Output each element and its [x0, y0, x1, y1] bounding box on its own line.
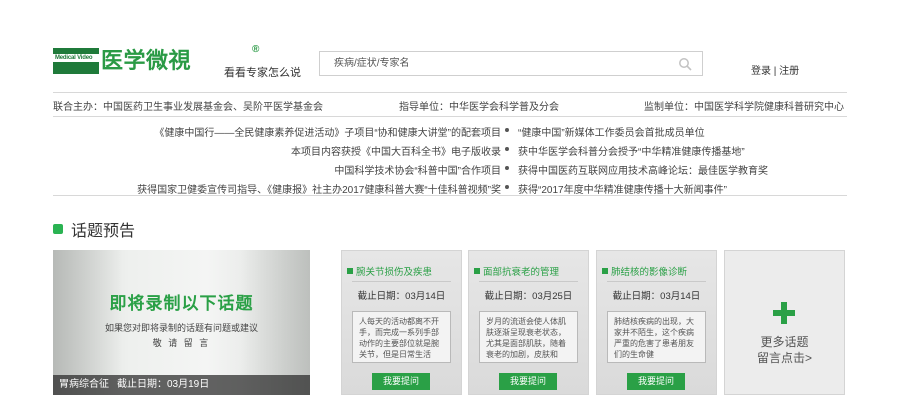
topic-title-text: 面部抗衰老的管理: [483, 267, 560, 278]
upcoming-topics-banner[interactable]: 即将录制以下话题 如果您对即将录制的话题有问题或建议 敬 请 留 言 胃病综合征…: [53, 250, 310, 395]
topic-card: 肺结核的影像诊断 截止日期：03月14日 肺结核疾病的出现，大家并不陌生，这个疾…: [596, 250, 717, 395]
honor-right: 获得中国医药互联网应用技术高峰论坛：最佳医学教育奖: [518, 166, 768, 177]
divider: [53, 116, 847, 117]
supervision-text: 监制单位：中国医学科学院健康科普研究中心: [644, 102, 844, 113]
honor-left: 获得国家卫健委宣传司指导、《健康报》社主办2017健康科普大赛“十佳科普视频”奖: [137, 185, 501, 196]
banner-subtext: 如果您对即将录制的话题有问题或建议: [104, 323, 258, 333]
section-title: 话题预告: [71, 223, 136, 240]
logo-box: Medical Video: [53, 48, 99, 74]
auth-links: 登录 | 注册: [751, 62, 799, 77]
ask-question-button[interactable]: 我要提问: [499, 373, 557, 390]
topic-description: 肺结核疾病的出现，大家并不陌生，这个疾病严重的危害了患者朋友们的生命健: [607, 311, 706, 363]
bullet-icon: [505, 185, 509, 189]
banner-topic: 胃病综合征: [59, 379, 109, 390]
register-link[interactable]: 注册: [779, 66, 799, 77]
honor-row: 《健康中国行——全民健康素养促进活动》子项目“协和健康大讲堂”的配套项目 “健康…: [53, 121, 847, 140]
search-input[interactable]: [320, 52, 660, 75]
banner-deadline: 截止日期：03月19日: [117, 379, 210, 390]
bullet-icon: [505, 147, 509, 151]
topic-title-text: 腕关节损伤及疾患: [356, 267, 433, 278]
topic-card: 面部抗衰老的管理 截止日期：03月25日 岁月的流逝会使人体肌肤逐渐呈现衰老状态…: [468, 250, 589, 395]
honor-left: 本项目内容获授《中国大百科全书》电子版收录: [291, 147, 501, 158]
topic-deadline: 截止日期：03月14日: [612, 291, 701, 302]
square-bullet-icon: [602, 268, 608, 274]
divider: [479, 281, 578, 282]
honor-left: 中国科学技术协会“科普中国”合作项目: [334, 166, 501, 177]
topic-card-title: 面部抗衰老的管理: [474, 264, 559, 278]
logo-box-text: Medical Video: [55, 55, 93, 61]
honor-left: 《健康中国行——全民健康素养促进活动》子项目“协和健康大讲堂”的配套项目: [154, 128, 501, 139]
honor-right: 获中华医学会科普分会授予“中华精准健康传播基地”: [518, 147, 745, 158]
topic-card: 腕关节损伤及疾患 截止日期：03月14日 人每天的活动都离不开手，而完成一系列手…: [341, 250, 462, 395]
bullet-icon: [505, 128, 509, 132]
site-logo[interactable]: Medical Video 医学微視 ®: [53, 44, 259, 74]
divider: [352, 281, 451, 282]
more-topics-card[interactable]: 更多话题 留言点击>: [724, 250, 845, 395]
ask-question-button[interactable]: 我要提问: [372, 373, 430, 390]
topic-description: 人每天的活动都离不开手，而完成一系列手部动作的主要部位就是腕关节，但是日常生活: [352, 311, 451, 363]
topic-card-title: 肺结核的影像诊断: [602, 264, 687, 278]
section-header: 话题预告: [53, 217, 135, 241]
topic-title-text: 肺结核的影像诊断: [611, 267, 688, 278]
sponsors-bar: 联合主办：中国医药卫生事业发展基金会、吴阶平医学基金会 指导单位：中华医学会科学…: [53, 98, 847, 114]
search-box[interactable]: [319, 51, 703, 76]
banner-invite: 敬 请 留 言: [152, 338, 211, 348]
topic-description: 岁月的流逝会使人体肌肤逐渐呈现衰老状态，尤其是面部肌肤，随着衰老的加剧，皮肤和: [479, 311, 578, 363]
more-topics-label: 更多话题: [760, 335, 809, 349]
search-icon[interactable]: [678, 57, 692, 71]
divider: [53, 92, 847, 93]
logo-text: 医学微視: [101, 48, 192, 73]
divider: [607, 281, 706, 282]
leave-message-link[interactable]: 留言点击>: [725, 349, 844, 366]
honor-row: 中国科学技术协会“科普中国”合作项目 获得中国医药互联网应用技术高峰论坛：最佳医…: [53, 159, 847, 178]
banner-caption: 胃病综合征 截止日期：03月19日: [53, 375, 310, 395]
header: Medical Video 医学微視 ® 看看专家怎么说 登录 | 注册: [0, 0, 900, 92]
guidance-text: 指导单位：中华医学会科学普及分会: [399, 102, 559, 113]
honor-right: 获得“2017年度中华精准健康传播十大新闻事件”: [518, 185, 727, 196]
honor-row: 本项目内容获授《中国大百科全书》电子版收录 获中华医学会科普分会授予“中华精准健…: [53, 140, 847, 159]
banner-headline: 即将录制以下话题: [109, 294, 254, 313]
honor-right: “健康中国”新媒体工作委员会首批成员单位: [518, 128, 705, 139]
ask-question-button[interactable]: 我要提问: [627, 373, 685, 390]
bullet-icon: [505, 166, 509, 170]
login-link[interactable]: 登录: [751, 66, 771, 77]
registered-mark: ®: [252, 44, 260, 55]
tagline: 看看专家怎么说: [224, 67, 301, 79]
organizers-text: 联合主办：中国医药卫生事业发展基金会、吴阶平医学基金会: [53, 102, 323, 113]
square-bullet-icon: [474, 268, 480, 274]
honors-list: 《健康中国行——全民健康素养促进活动》子项目“协和健康大讲堂”的配套项目 “健康…: [53, 121, 847, 197]
plus-icon: [773, 302, 795, 324]
divider: [53, 195, 847, 196]
topic-card-title: 腕关节损伤及疾患: [347, 264, 432, 278]
topic-deadline: 截止日期：03月14日: [357, 291, 446, 302]
auth-divider: |: [773, 66, 777, 77]
topic-deadline: 截止日期：03月25日: [484, 291, 573, 302]
section-marker-icon: [53, 224, 63, 234]
square-bullet-icon: [347, 268, 353, 274]
